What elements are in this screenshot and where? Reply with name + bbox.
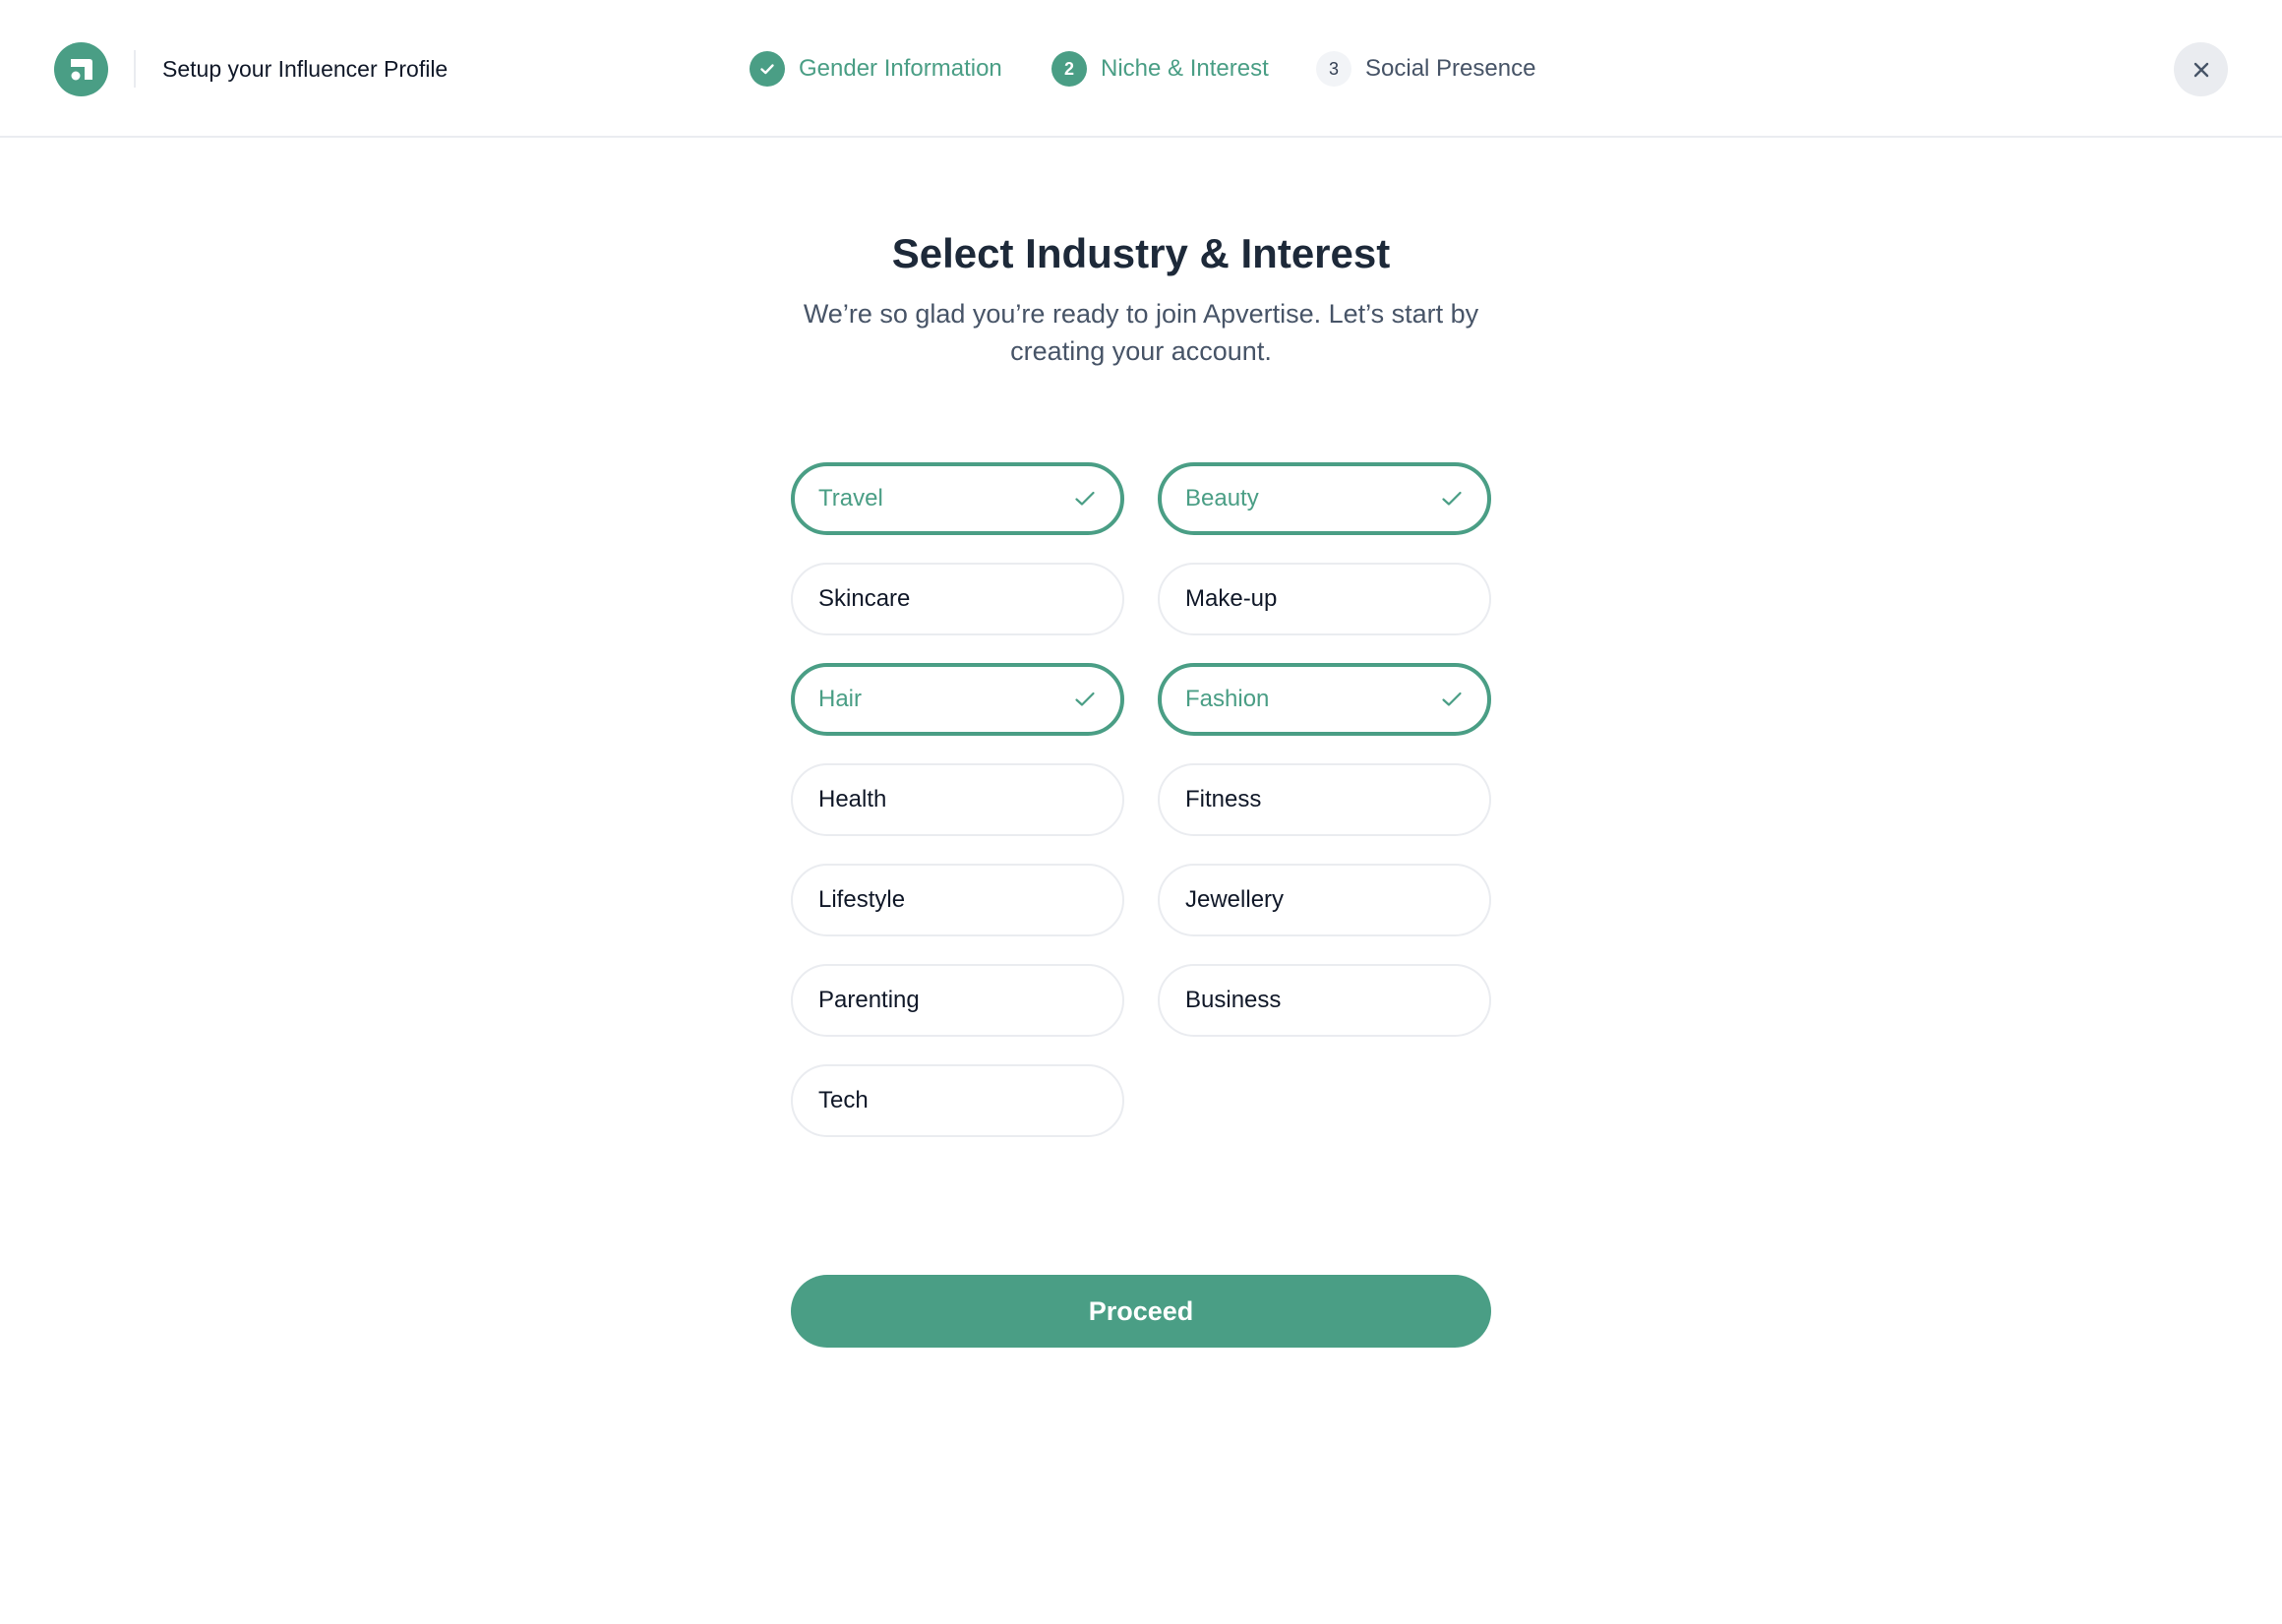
interest-chip-jewellery[interactable]: Jewellery	[1158, 864, 1491, 936]
step-gender-information[interactable]: Gender Information	[750, 51, 1002, 87]
top-header: Setup your Influencer Profile Gender Inf…	[0, 0, 2282, 138]
interest-chip-label: Parenting	[818, 987, 920, 1013]
check-icon	[1442, 491, 1462, 506]
header-divider	[134, 50, 136, 88]
interest-chip-make-up[interactable]: Make-up	[1158, 563, 1491, 635]
step-label: Gender Information	[799, 55, 1002, 82]
interest-chip-parenting[interactable]: Parenting	[791, 964, 1124, 1037]
page-title: Setup your Influencer Profile	[162, 56, 449, 82]
check-icon	[1075, 491, 1095, 506]
interest-grid: Travel Beauty Skincare Make-up Hair Fashion He…	[791, 462, 1491, 1137]
interest-chip-label: Lifestyle	[818, 886, 906, 913]
interest-chip-fitness[interactable]: Fitness	[1158, 763, 1491, 836]
interest-chip-fashion[interactable]: Fashion	[1158, 663, 1491, 736]
close-button[interactable]	[2174, 42, 2228, 96]
interest-chip-label: Skincare	[818, 585, 911, 612]
interest-chip-label: Travel	[818, 485, 883, 511]
check-icon	[1442, 692, 1462, 706]
step-label: Social Presence	[1365, 55, 1536, 82]
interest-chip-label: Beauty	[1185, 485, 1259, 511]
step-number: 2	[1051, 51, 1087, 87]
interest-chip-label: Fashion	[1185, 686, 1270, 712]
interest-chip-label: Jewellery	[1185, 886, 1285, 913]
interest-chip-tech[interactable]: Tech	[791, 1064, 1124, 1137]
step-social-presence[interactable]: 3 Social Presence	[1316, 51, 1535, 87]
interest-chip-label: Tech	[818, 1087, 869, 1113]
interest-chip-label: Fitness	[1185, 786, 1262, 812]
interest-chip-business[interactable]: Business	[1158, 964, 1491, 1037]
check-icon	[1075, 692, 1095, 706]
interest-chip-hair[interactable]: Hair	[791, 663, 1124, 736]
interest-chip-label: Health	[818, 786, 887, 812]
section-subtitle: We’re so glad you’re ready to join Apver…	[803, 299, 1479, 366]
interest-chip-label: Hair	[818, 686, 863, 712]
section-title: Select Industry & Interest	[891, 230, 1391, 276]
interest-chip-travel[interactable]: Travel	[791, 462, 1124, 535]
check-icon	[750, 51, 785, 87]
close-icon	[2193, 62, 2208, 77]
proceed-button[interactable]: Proceed	[791, 1275, 1491, 1348]
step-label: Niche & Interest	[1101, 55, 1269, 82]
interest-chip-label: Make-up	[1185, 585, 1278, 612]
interest-chip-health[interactable]: Health	[791, 763, 1124, 836]
apvertise-logo-icon	[54, 42, 108, 96]
interest-chip-beauty[interactable]: Beauty	[1158, 462, 1491, 535]
step-number: 3	[1316, 51, 1351, 87]
interest-chip-lifestyle[interactable]: Lifestyle	[791, 864, 1124, 936]
interest-chip-skincare[interactable]: Skincare	[791, 563, 1124, 635]
interest-chip-label: Business	[1185, 987, 1282, 1013]
step-niche-interest[interactable]: 2 Niche & Interest	[1051, 51, 1269, 87]
